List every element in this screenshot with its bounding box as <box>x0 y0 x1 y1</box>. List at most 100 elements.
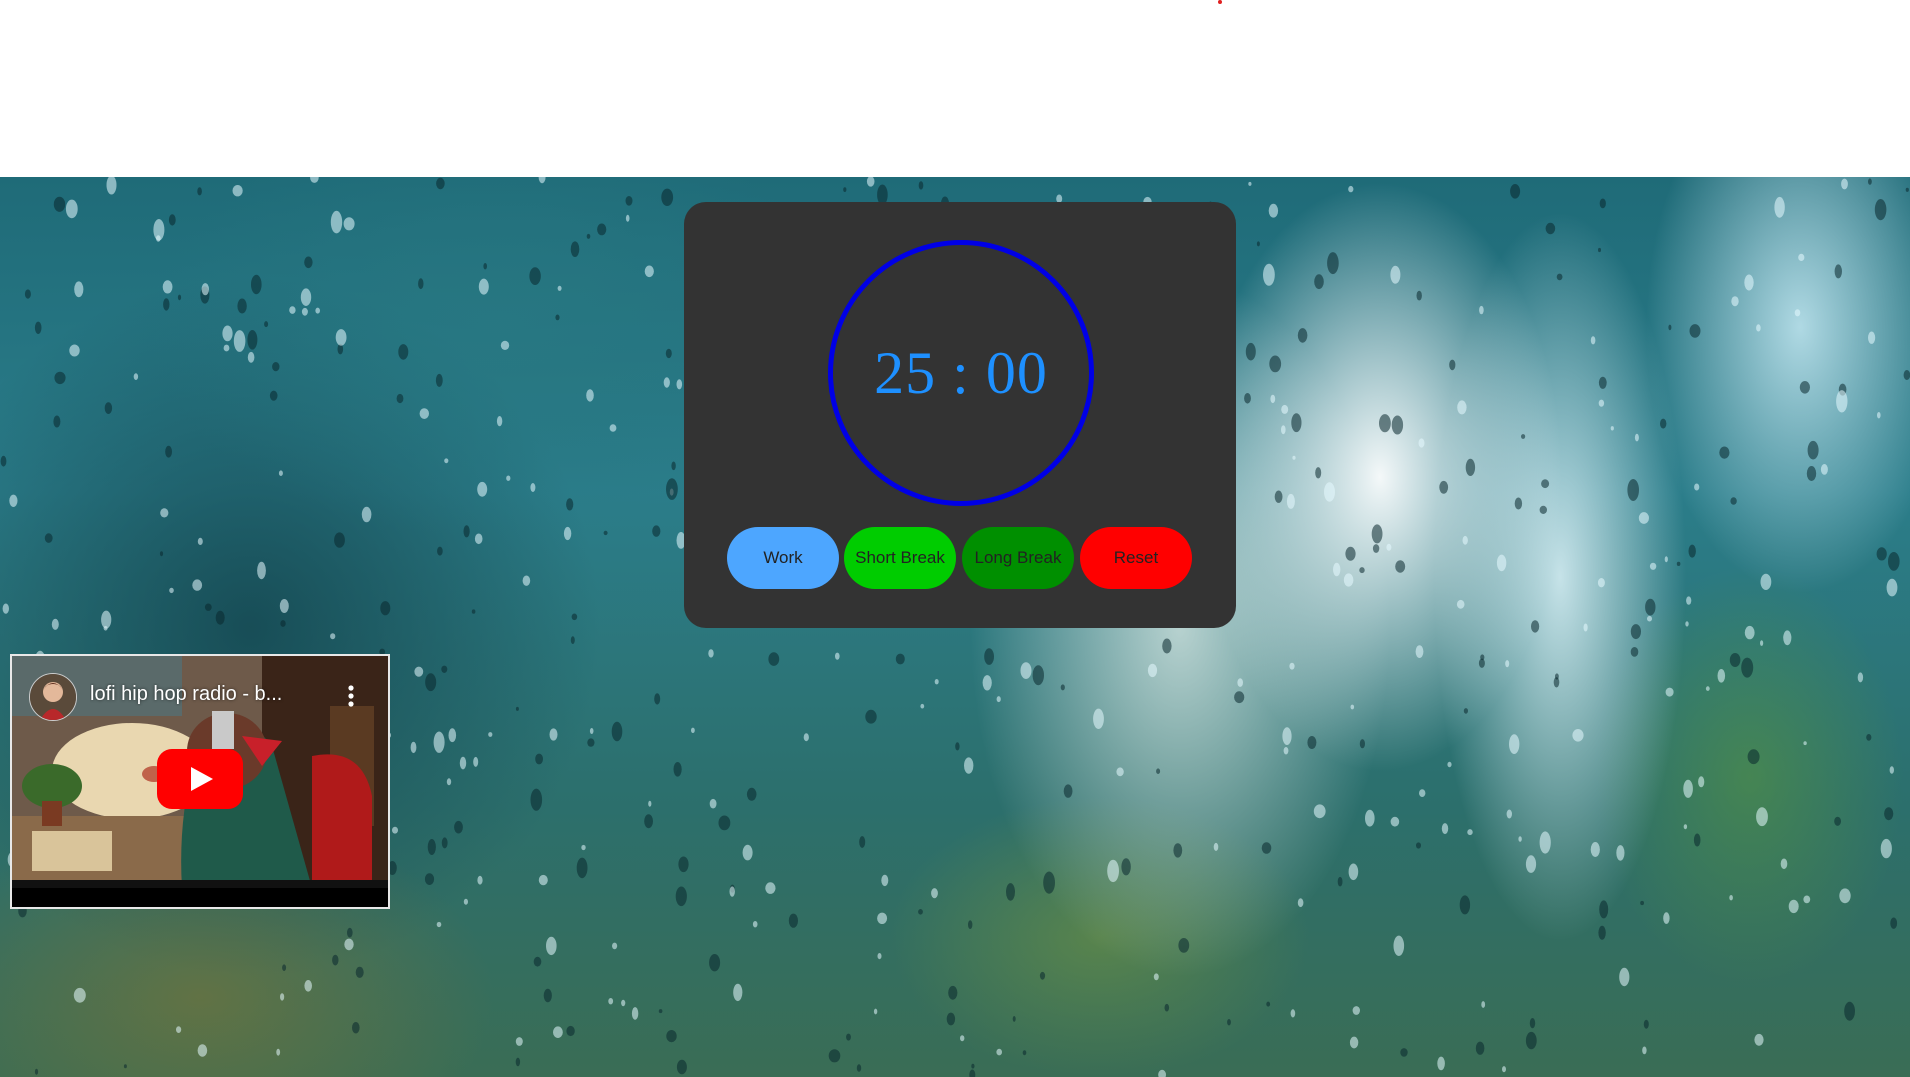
raindrop <box>1642 1046 1647 1055</box>
raindrop <box>1834 264 1843 279</box>
raindrop <box>1379 414 1391 433</box>
raindrop <box>570 636 575 644</box>
raindrop <box>1121 858 1131 876</box>
raindrop <box>1744 274 1754 291</box>
raindrop <box>1268 203 1279 218</box>
raindrop <box>1173 843 1183 858</box>
raindrop <box>436 921 442 928</box>
raindrop <box>708 649 714 658</box>
raindrop <box>257 561 266 580</box>
raindrop <box>566 1025 575 1037</box>
raindrop <box>1437 1056 1445 1071</box>
raindrop <box>163 298 170 311</box>
raindrop <box>1365 809 1375 827</box>
video-title[interactable]: lofi hip hop radio - b... <box>90 683 330 706</box>
raindrop <box>1022 1050 1027 1056</box>
youtube-embed[interactable]: lofi hip hop radio - b... <box>10 654 390 909</box>
raindrop <box>1616 845 1625 861</box>
raindrop <box>1539 505 1548 514</box>
raindrop <box>709 954 721 972</box>
raindrop <box>24 289 31 299</box>
raindrop <box>530 788 543 811</box>
raindrop <box>344 938 354 951</box>
raindrop <box>269 390 278 401</box>
raindrop <box>34 1068 39 1075</box>
raindrop <box>895 653 905 665</box>
raindrop <box>661 188 674 206</box>
raindrop <box>474 533 483 545</box>
raindrop <box>1147 663 1158 678</box>
raindrop <box>1479 305 1484 315</box>
raindrop <box>566 498 574 511</box>
raindrop <box>1889 766 1895 774</box>
raindrop <box>160 508 169 518</box>
raindrop <box>1269 355 1282 373</box>
raindrop <box>1390 265 1401 284</box>
raindrop <box>1649 562 1657 570</box>
raindrop <box>546 936 557 956</box>
raindrop <box>1261 842 1272 854</box>
raindrop <box>1760 573 1772 590</box>
raindrop <box>1730 497 1737 505</box>
raindrop <box>1630 647 1639 657</box>
raindrop <box>625 196 633 206</box>
raindrop <box>803 733 809 742</box>
raindrop <box>1502 1066 1506 1073</box>
raindrop <box>1063 784 1073 798</box>
channel-avatar[interactable] <box>29 673 77 721</box>
raindrop <box>280 620 286 627</box>
reset-button[interactable]: Reset <box>1080 527 1192 589</box>
raindrop <box>589 728 594 734</box>
raindrop <box>1350 704 1355 710</box>
raindrop <box>1798 253 1805 261</box>
raindrop <box>330 633 336 640</box>
raindrop <box>1156 768 1161 774</box>
raindrop <box>473 756 479 767</box>
raindrop <box>1643 1019 1649 1029</box>
raindrop <box>1619 967 1630 987</box>
raindrop <box>581 844 586 851</box>
raindrop <box>1292 455 1296 460</box>
raindrop <box>168 214 176 226</box>
more-vert-icon[interactable] <box>340 683 362 709</box>
raindrop <box>1747 749 1760 765</box>
raindrop <box>1841 178 1848 190</box>
short-break-button[interactable]: Short Break <box>844 527 956 589</box>
raindrop <box>529 267 541 285</box>
raindrop <box>1315 467 1322 479</box>
raindrop <box>571 613 578 621</box>
raindrop <box>612 942 618 950</box>
raindrop <box>918 909 923 915</box>
work-button[interactable]: Work <box>727 527 839 589</box>
raindrop <box>1640 900 1644 906</box>
timer-card: 25 : 00 Work Short Break Long Break Rese… <box>684 202 1236 628</box>
raindrop <box>1313 804 1326 819</box>
youtube-play-icon[interactable] <box>157 749 243 809</box>
raindrop <box>1660 418 1667 429</box>
raindrop <box>1178 938 1190 953</box>
raindrop <box>437 546 443 556</box>
raindrop <box>330 210 343 234</box>
raindrop <box>666 1030 677 1043</box>
raindrop <box>1245 342 1256 361</box>
raindrop <box>982 675 992 691</box>
raindrop <box>1647 615 1652 622</box>
raindrop <box>1032 665 1045 686</box>
raindrop <box>691 727 695 733</box>
raindrop <box>392 826 398 834</box>
raindrop <box>471 609 476 614</box>
raindrop <box>835 652 840 660</box>
raindrop <box>44 533 53 543</box>
raindrop <box>427 839 436 855</box>
raindrop <box>1599 198 1606 209</box>
raindrop <box>197 537 203 545</box>
raindrop <box>247 330 258 350</box>
raindrop <box>304 980 313 992</box>
raindrop <box>1645 598 1656 616</box>
raindrop <box>859 836 866 848</box>
raindrop <box>1844 1001 1855 1021</box>
long-break-button[interactable]: Long Break <box>962 527 1074 589</box>
raindrop <box>597 223 607 236</box>
raindrop <box>625 214 630 222</box>
raindrop <box>1514 497 1523 510</box>
